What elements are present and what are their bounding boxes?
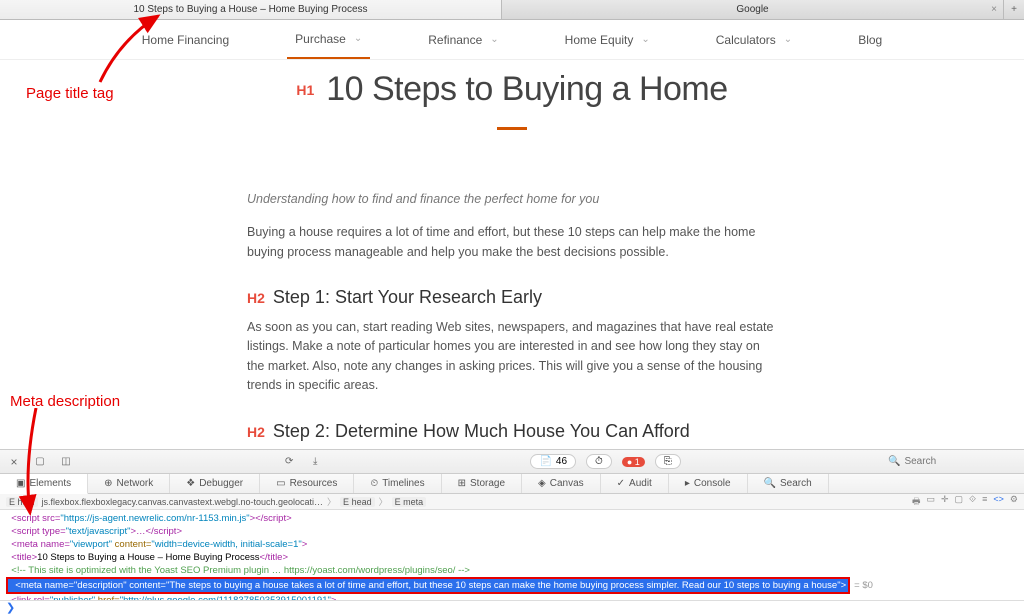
tab-timelines[interactable]: ⏲ Timelines <box>354 474 441 493</box>
nav-home-financing[interactable]: Home Financing <box>134 20 237 59</box>
device-icon[interactable]: ▭ <box>926 494 935 510</box>
devtools-panel: × ▢ ◫ ⟳ ⤓ 📄 46 ⏱ ● 1 ⎘ 🔍 ▣ Elements ⊕ Ne… <box>0 449 1024 614</box>
search-input[interactable] <box>904 456 994 467</box>
tab-resources[interactable]: ▭ Resources <box>260 474 354 493</box>
crumb-classes: js.flexbox.flexboxlegacy.canvas.canvaste… <box>42 497 324 507</box>
reload-icon[interactable]: ⟳ <box>281 454 297 470</box>
close-icon[interactable]: × <box>6 454 22 470</box>
crumb-html[interactable]: E html <box>6 497 38 507</box>
chevron-down-icon: ⌄ <box>641 34 649 45</box>
browser-tab-other[interactable]: Google × <box>502 0 1004 19</box>
devtools-toolbar: × ▢ ◫ ⟳ ⤓ 📄 46 ⏱ ● 1 ⎘ 🔍 <box>0 450 1024 474</box>
tab-search[interactable]: 🔍 Search <box>748 474 829 493</box>
layers-icon[interactable]: ≡ <box>982 494 987 510</box>
crumb-head[interactable]: E head <box>340 497 375 507</box>
tab-network[interactable]: ⊕ Network <box>88 474 170 493</box>
settings-icon[interactable]: ⚙ <box>1010 494 1018 510</box>
nav-calculators[interactable]: Calculators⌄ <box>708 20 800 59</box>
download-icon[interactable]: ⤓ <box>307 454 323 470</box>
divider <box>497 127 527 130</box>
new-tab-button[interactable]: + <box>1004 0 1024 19</box>
tab-audit[interactable]: ✓ Audit <box>601 474 669 493</box>
tab-elements[interactable]: ▣ Elements <box>0 474 88 494</box>
page-title: 10 Steps to Buying a Home <box>326 70 727 109</box>
sidebar-icon[interactable]: ◫ <box>58 454 74 470</box>
crumb-actions: 🖶 ▭ ✛ ▢ ⟐ ≡ <> ⚙ <box>912 494 1018 510</box>
h2-annotation: H2 <box>247 288 265 310</box>
site-nav: Home Financing Purchase⌄ Refinance⌄ Home… <box>0 20 1024 60</box>
nav-refinance[interactable]: Refinance⌄ <box>420 20 506 59</box>
tab-storage[interactable]: ⊞ Storage <box>442 474 522 493</box>
nav-blog[interactable]: Blog <box>850 20 890 59</box>
console-prompt[interactable]: ❯ <box>0 600 1024 614</box>
chevron-down-icon: ⌄ <box>490 34 498 45</box>
nav-home-equity[interactable]: Home Equity⌄ <box>557 20 658 59</box>
h1-annotation: H1 <box>296 82 314 98</box>
code-icon[interactable]: <> <box>993 494 1004 510</box>
browser-tab-bar: 10 Steps to Buying a House – Home Buying… <box>0 0 1024 20</box>
tab-title: Google <box>736 4 768 15</box>
tab-debugger[interactable]: ❖ Debugger <box>170 474 260 493</box>
log-pill[interactable]: ⎘ <box>655 454 681 469</box>
page-content: H1 10 Steps to Buying a Home Understandi… <box>0 60 1024 445</box>
step1-paragraph: As soon as you can, start reading Web si… <box>247 318 777 396</box>
intro-paragraph: Buying a house requires a lot of time an… <box>247 223 777 262</box>
print-icon[interactable]: 🖶 <box>912 494 921 510</box>
tab-title: 10 Steps to Buying a House – Home Buying… <box>133 4 367 15</box>
source-panel[interactable]: <script src="https://js-agent.newrelic.c… <box>0 510 1024 600</box>
crumb-meta[interactable]: E meta <box>392 497 427 507</box>
close-icon[interactable]: × <box>991 4 997 15</box>
nav-purchase[interactable]: Purchase⌄ <box>287 20 370 59</box>
timeline-pill[interactable]: ⏱ <box>586 454 612 469</box>
box-icon[interactable]: ▢ <box>955 494 964 510</box>
tab-console[interactable]: ▸ Console <box>669 474 748 493</box>
browser-tab-active[interactable]: 10 Steps to Buying a House – Home Buying… <box>0 0 502 19</box>
h2-annotation: H2 <box>247 422 265 444</box>
resource-count[interactable]: 📄 46 <box>530 454 576 469</box>
devtools-tabs: ▣ Elements ⊕ Network ❖ Debugger ▭ Resour… <box>0 474 1024 494</box>
error-badge[interactable]: ● 1 <box>622 457 645 467</box>
breadcrumb: E html js.flexbox.flexboxlegacy.canvas.c… <box>0 494 1024 510</box>
paint-icon[interactable]: ⟐ <box>969 494 976 510</box>
chevron-down-icon: ⌄ <box>784 34 792 45</box>
step2-heading: Step 2: Determine How Much House You Can… <box>273 418 690 446</box>
chevron-down-icon: ⌄ <box>354 33 362 44</box>
tagline: Understanding how to find and finance th… <box>247 190 777 209</box>
dock-icon[interactable]: ▢ <box>32 454 48 470</box>
crosshair-icon[interactable]: ✛ <box>941 494 949 510</box>
step1-heading: Step 1: Start Your Research Early <box>273 284 542 312</box>
highlighted-meta-description: <meta name="description" content="The st… <box>6 577 850 594</box>
devtools-search[interactable]: 🔍 <box>888 456 1018 467</box>
tab-canvas[interactable]: ◈ Canvas <box>522 474 601 493</box>
